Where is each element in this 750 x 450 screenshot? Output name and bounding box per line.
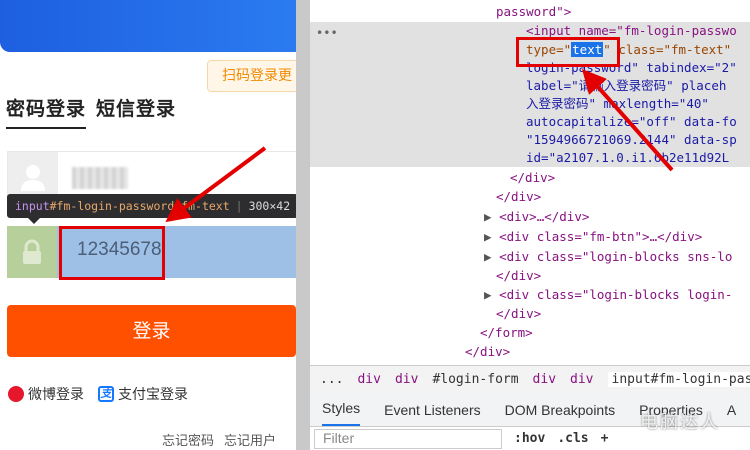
add-rule-button[interactable]: + xyxy=(601,431,609,446)
lock-icon xyxy=(7,226,57,278)
weibo-login-link[interactable]: 微博登录 xyxy=(8,384,84,404)
alipay-icon: 支 xyxy=(98,386,114,402)
code-line[interactable]: </div> xyxy=(510,169,555,187)
password-value: 12345678 xyxy=(77,239,162,260)
type-value-highlight[interactable]: text xyxy=(571,42,604,57)
tooltip-arrow xyxy=(28,218,40,224)
login-button[interactable]: 登录 xyxy=(7,305,296,357)
code-line[interactable]: label="请输入登录密码" placeh xyxy=(526,77,726,95)
code-line[interactable]: 入登录密码" maxlength="40" xyxy=(526,95,709,113)
hover-state-button[interactable]: :hov xyxy=(514,431,545,446)
code-line[interactable]: </div> xyxy=(496,267,541,285)
tooltip-size: 300×42 xyxy=(248,199,291,213)
code-line[interactable]: </div> xyxy=(496,305,541,323)
filter-input[interactable]: Filter xyxy=(314,428,502,449)
tab-accessibility[interactable]: A xyxy=(727,402,736,426)
breadcrumb-item[interactable]: ... xyxy=(320,372,343,387)
code-line[interactable]: ▶ <div class="login-blocks login- xyxy=(484,286,732,304)
password-field[interactable]: 12345678 xyxy=(7,226,296,278)
code-line[interactable]: login-password" tabindex="2" xyxy=(526,59,737,77)
code-line[interactable]: ▶ <div class="fm-btn">…</div> xyxy=(484,228,702,246)
scrollbar[interactable] xyxy=(296,0,310,450)
class-toggle-button[interactable]: .cls xyxy=(557,431,588,446)
breadcrumb-item[interactable]: div xyxy=(357,372,380,387)
code-line[interactable]: <input name="fm-login-passwo xyxy=(526,22,737,40)
tab-sms-login[interactable]: 短信登录 xyxy=(96,94,176,129)
login-page: 扫码登录更 密码登录 短信登录 12345678 登录 微博登录 支 支付宝登录… xyxy=(0,0,296,450)
code-line[interactable]: id="a2107.1.0.i1.6b2e11d92L xyxy=(526,149,729,167)
username-blurred-value xyxy=(72,167,128,189)
alipay-login-link[interactable]: 支 支付宝登录 xyxy=(98,384,188,404)
breadcrumb-current[interactable]: input#fm-login-passwo xyxy=(607,372,750,387)
code-line[interactable]: </div> xyxy=(496,188,541,206)
breadcrumb-item[interactable]: #login-form xyxy=(432,372,518,387)
tab-event-listeners[interactable]: Event Listeners xyxy=(384,402,481,426)
code-line[interactable]: autocapitalize="off" data-fo xyxy=(526,113,737,131)
tooltip-tag: input xyxy=(15,199,50,213)
tab-styles[interactable]: Styles xyxy=(322,400,361,426)
weibo-icon xyxy=(8,386,24,402)
top-banner xyxy=(0,0,296,52)
breadcrumb-item[interactable]: div xyxy=(395,372,418,387)
elements-tree: ••• password"> <input name="fm-login-pas… xyxy=(310,0,750,365)
tab-password-login[interactable]: 密码登录 xyxy=(6,94,87,129)
tab-dom-breakpoints[interactable]: DOM Breakpoints xyxy=(505,402,615,426)
screenshot: 扫码登录更 密码登录 短信登录 12345678 登录 微博登录 支 支付宝登录… xyxy=(0,0,750,450)
more-dots-icon[interactable]: ••• xyxy=(316,26,338,40)
devtools-panel: ••• password"> <input name="fm-login-pas… xyxy=(310,0,750,450)
login-tabs: 密码登录 短信登录 xyxy=(6,94,176,129)
forgot-username-link[interactable]: 忘记用户 xyxy=(224,430,276,449)
breadcrumb-item[interactable]: div xyxy=(533,372,556,387)
social-login: 微博登录 支 支付宝登录 xyxy=(8,384,188,404)
tooltip-selector: #fm-login-password.fm-text xyxy=(49,199,230,213)
code-line-type[interactable]: type="text" class="fm-text" xyxy=(526,41,731,59)
breadcrumb-item[interactable]: div xyxy=(570,372,593,387)
code-line[interactable]: ▶ <div class="login-blocks sns-lo xyxy=(484,248,732,266)
breadcrumb: ... div div #login-form div div input#fm… xyxy=(310,365,750,393)
watermark: 电脑达人 xyxy=(640,412,720,433)
qr-login-button[interactable]: 扫码登录更 xyxy=(207,60,296,92)
code-line[interactable]: ▶ <div>…</div> xyxy=(484,208,589,226)
forgot-password-link[interactable]: 忘记密码 xyxy=(162,430,214,449)
code-line[interactable]: </form> xyxy=(480,324,533,342)
code-line[interactable]: "1594966721069.2144" data-sp xyxy=(526,131,737,149)
code-line[interactable]: </div> xyxy=(465,343,510,361)
inspect-tooltip: input#fm-login-password.fm-text | 300×42 xyxy=(7,194,299,218)
code-line[interactable]: password"> xyxy=(496,3,571,21)
footer-links: 忘记密码 忘记用户 xyxy=(162,430,276,449)
